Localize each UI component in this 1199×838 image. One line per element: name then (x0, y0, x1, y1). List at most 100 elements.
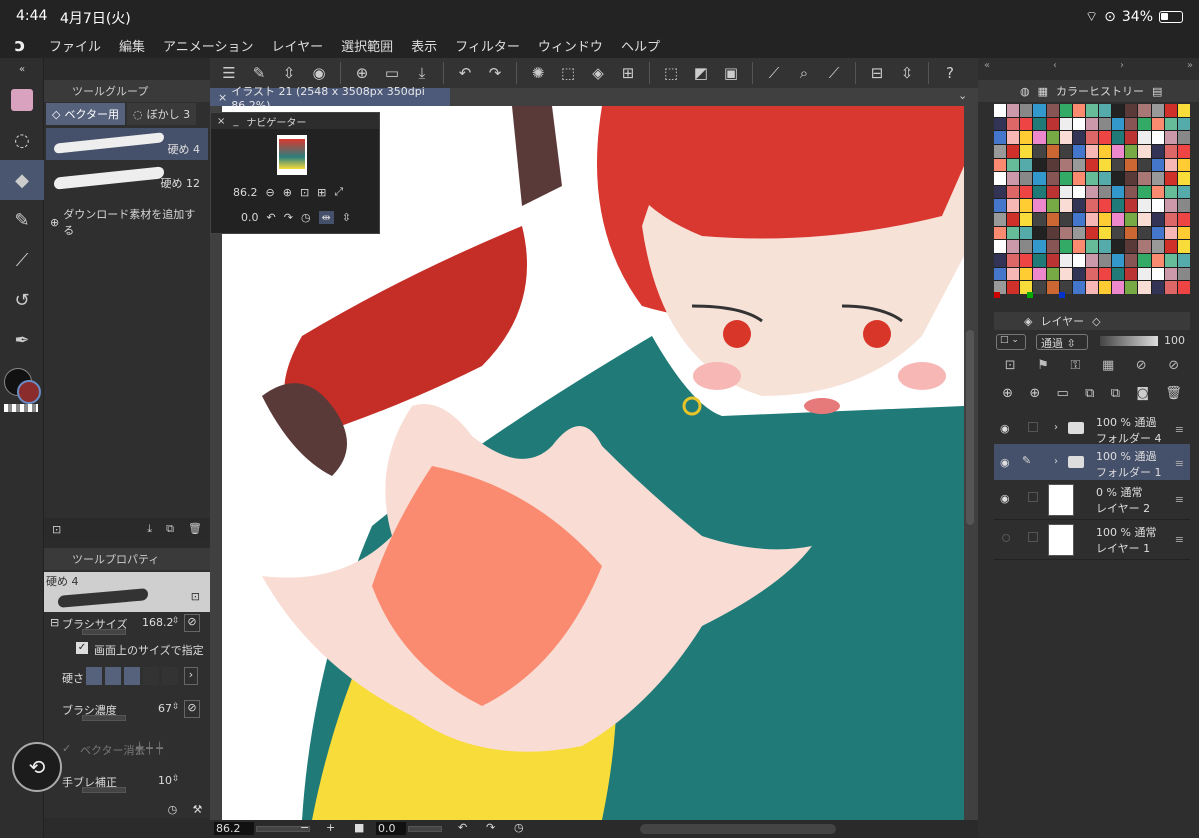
palette-swatch[interactable] (1099, 267, 1112, 281)
palette-swatch[interactable] (1112, 281, 1125, 294)
layer-item[interactable]: ◉ ✎ › 100 % 通過 フォルダー 1 ≡ (994, 444, 1190, 484)
palette-swatch[interactable] (1164, 226, 1177, 240)
brush-hard-4[interactable]: 硬め 4 (46, 128, 208, 160)
palette-swatch[interactable] (1164, 104, 1177, 117)
palette-swatch[interactable] (1046, 240, 1059, 254)
bottom-zoom-value[interactable]: 86.2 (214, 822, 254, 835)
color-history-tab-icon[interactable]: ▦ (1038, 85, 1048, 98)
angle-slider[interactable] (408, 826, 442, 832)
palette-swatch[interactable] (1125, 131, 1138, 144)
palette-swatch[interactable] (1138, 213, 1151, 226)
palette-swatch[interactable] (1072, 226, 1085, 240)
palette-swatch[interactable] (1151, 172, 1164, 185)
palette-swatch[interactable] (1125, 267, 1138, 281)
palette-swatch[interactable] (1033, 199, 1046, 213)
ruler-pen-icon[interactable]: ⟋ (761, 60, 787, 86)
palette-swatch[interactable] (1085, 104, 1099, 117)
palette-swatch[interactable] (1033, 185, 1046, 199)
palette-swatch[interactable] (1046, 267, 1059, 281)
undo-icon[interactable]: ↶ (452, 60, 478, 86)
hardness-next-icon[interactable]: › (184, 667, 198, 685)
add-material-button[interactable]: ⊕ ダウンロード素材を追加する (44, 196, 210, 248)
palette-swatch[interactable] (1072, 117, 1085, 131)
palette-swatch[interactable] (1125, 226, 1138, 240)
invert-selection-icon[interactable]: ◩ (688, 60, 714, 86)
palette-swatch[interactable] (1033, 254, 1046, 267)
palette-swatch[interactable] (1072, 158, 1085, 172)
palette-swatch[interactable] (1177, 131, 1190, 144)
palette-color-icon[interactable]: ⊘ (1168, 358, 1179, 378)
palette-swatch[interactable] (1138, 254, 1151, 267)
palette-swatch[interactable] (1138, 158, 1151, 172)
eye-icon[interactable]: ◉ (1000, 422, 1010, 435)
bottom-zoom-in-icon[interactable]: + (326, 821, 335, 834)
density-stepper[interactable]: ⇳ (172, 702, 180, 712)
tab-dropdown-icon[interactable]: ⌄ (958, 89, 967, 102)
lasso-tool-icon[interactable]: ◌ (0, 120, 44, 160)
palette-swatch[interactable] (1099, 131, 1112, 144)
palette-swatch[interactable] (1085, 254, 1099, 267)
palette-swatch[interactable] (1151, 281, 1164, 294)
density-pressure-button[interactable]: ⊘ (184, 700, 200, 718)
palette-swatch[interactable] (1151, 131, 1164, 144)
palette-swatch[interactable] (1099, 117, 1112, 131)
clip-below-icon[interactable]: ⊡ (1005, 358, 1016, 378)
palette-swatch[interactable] (994, 254, 1007, 267)
palette-swatch[interactable] (1164, 158, 1177, 172)
palette-swatch[interactable] (1164, 131, 1177, 144)
palette-swatch[interactable] (1007, 254, 1020, 267)
palette-swatch[interactable] (1112, 131, 1125, 144)
palette-swatch[interactable] (1112, 104, 1125, 117)
new-raster-layer-icon[interactable]: ⊕ (1002, 386, 1013, 408)
palette-swatch[interactable] (1007, 185, 1020, 199)
palette-swatch[interactable] (1033, 226, 1046, 240)
palette-swatch[interactable] (1151, 240, 1164, 254)
palette-swatch[interactable] (1151, 213, 1164, 226)
palette-swatch[interactable] (1112, 144, 1125, 158)
brush-icon[interactable]: ⌕ (791, 60, 817, 86)
timer-icon[interactable]: ◷ (168, 803, 178, 816)
subtab-vector[interactable]: ◇ ベクター用 (46, 103, 126, 125)
transfer-down-icon[interactable]: ⧉ (1085, 386, 1094, 408)
palette-swatch[interactable] (1033, 281, 1046, 294)
palette-swatch[interactable] (1007, 117, 1020, 131)
user-avatar-icon[interactable] (0, 80, 44, 120)
palette-swatch[interactable] (1059, 185, 1072, 199)
bottom-fit-icon[interactable]: ■ (354, 821, 364, 834)
palette-swatch[interactable] (1059, 172, 1072, 185)
screen-size-checkbox[interactable]: ✓ (76, 642, 88, 654)
close-navigator-icon[interactable]: × (217, 116, 225, 127)
menu-file[interactable]: ファイル (40, 36, 110, 55)
transform-icon[interactable]: ⊞ (615, 60, 641, 86)
density-value[interactable]: 67 (158, 702, 172, 715)
palette-swatch[interactable] (1020, 117, 1033, 131)
palette-swatch[interactable] (1177, 144, 1190, 158)
palette-swatch[interactable] (1033, 172, 1046, 185)
palette-swatch[interactable] (1112, 240, 1125, 254)
layer-mask-icon[interactable]: ◙ (1136, 386, 1149, 408)
palette-swatch[interactable] (1151, 185, 1164, 199)
palette-swatch[interactable] (1151, 117, 1164, 131)
hardness-step-3[interactable] (124, 667, 140, 685)
palette-swatch[interactable] (1072, 199, 1085, 213)
palette-swatch[interactable] (1177, 117, 1190, 131)
palette-swatch[interactable] (1085, 281, 1099, 294)
palette-swatch[interactable] (1177, 213, 1190, 226)
palette-swatch[interactable] (1085, 131, 1099, 144)
help-icon[interactable]: ? (937, 60, 963, 86)
layer-menu-icon[interactable]: ≡ (1175, 423, 1184, 436)
palette-swatch[interactable] (1138, 185, 1151, 199)
palette-swatch[interactable] (1177, 254, 1190, 267)
hardness-step-5[interactable] (162, 667, 178, 685)
palette-swatch[interactable] (1007, 199, 1020, 213)
palette-swatch[interactable] (1033, 240, 1046, 254)
palette-swatch[interactable] (1125, 117, 1138, 131)
palette-swatch[interactable] (1138, 199, 1151, 213)
palette-swatch[interactable] (1099, 240, 1112, 254)
draw-line-icon[interactable]: ⟋ (821, 60, 847, 86)
palette-swatch[interactable] (1046, 254, 1059, 267)
sub-color-swatch[interactable] (17, 380, 41, 404)
palette-swatch[interactable] (1138, 172, 1151, 185)
palette-swatch[interactable] (1125, 158, 1138, 172)
close-tab-icon[interactable]: × (218, 91, 227, 104)
